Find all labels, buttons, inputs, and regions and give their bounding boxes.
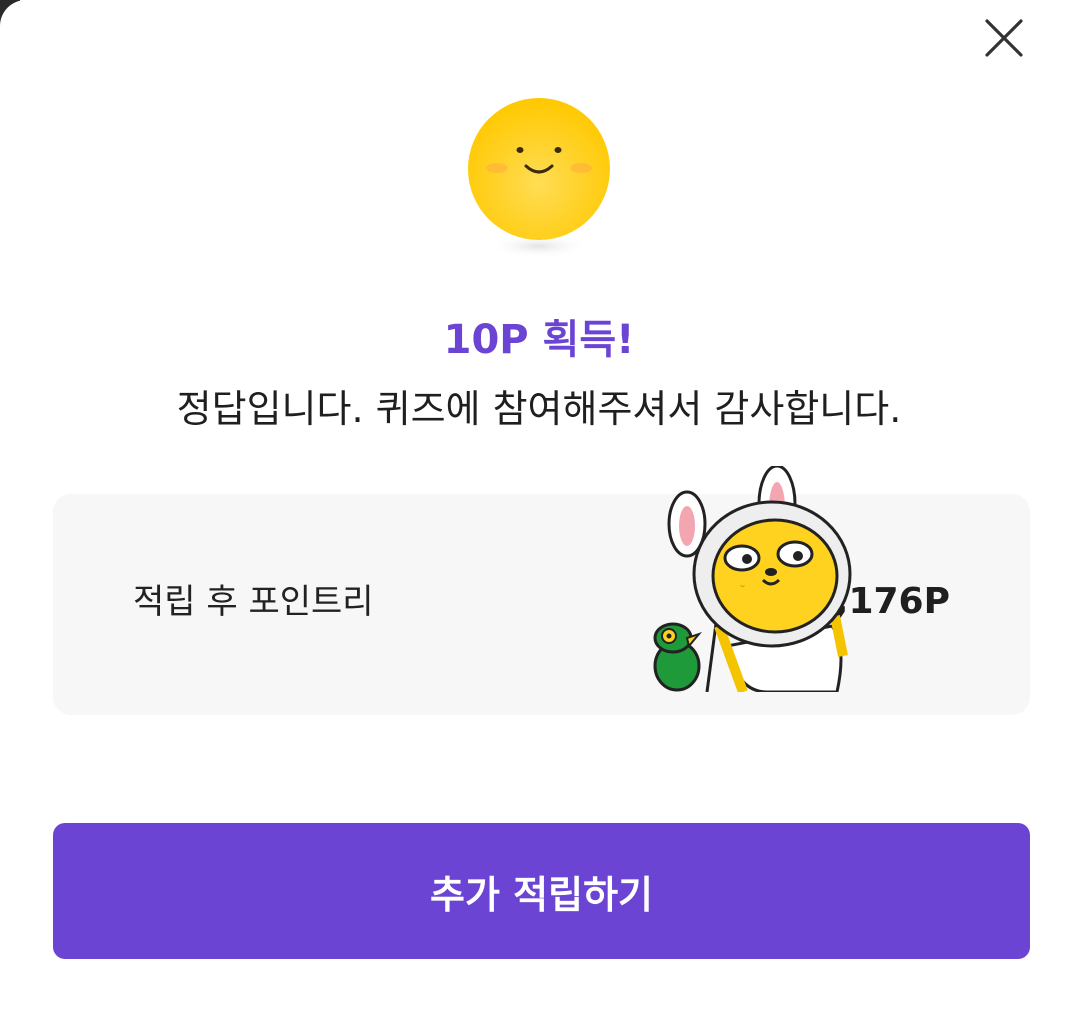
earn-more-button[interactable]: 추가 적립하기	[53, 823, 1030, 959]
svg-text:˘: ˘	[739, 584, 746, 600]
points-card: 적립 후 포인트리 ,176P ˘	[53, 464, 1030, 715]
close-icon	[985, 19, 1023, 57]
close-button[interactable]	[978, 12, 1030, 64]
reward-modal: 10P 획득! 정답입니다. 퀴즈에 참여해주셔서 감사합니다. 적립 후 포인…	[0, 0, 1078, 1013]
reward-message: 정답입니다. 퀴즈에 참여해주셔서 감사합니다.	[176, 387, 902, 431]
character-sticker-icon: ˘	[647, 464, 857, 694]
reward-title: 10P 획득!	[443, 317, 635, 363]
points-label: 적립 후 포인트리	[133, 582, 374, 622]
modal-surface: 10P 획득! 정답입니다. 퀴즈에 참여해주셔서 감사합니다. 적립 후 포인…	[0, 0, 1078, 1013]
smiling-sun-icon	[464, 96, 614, 266]
